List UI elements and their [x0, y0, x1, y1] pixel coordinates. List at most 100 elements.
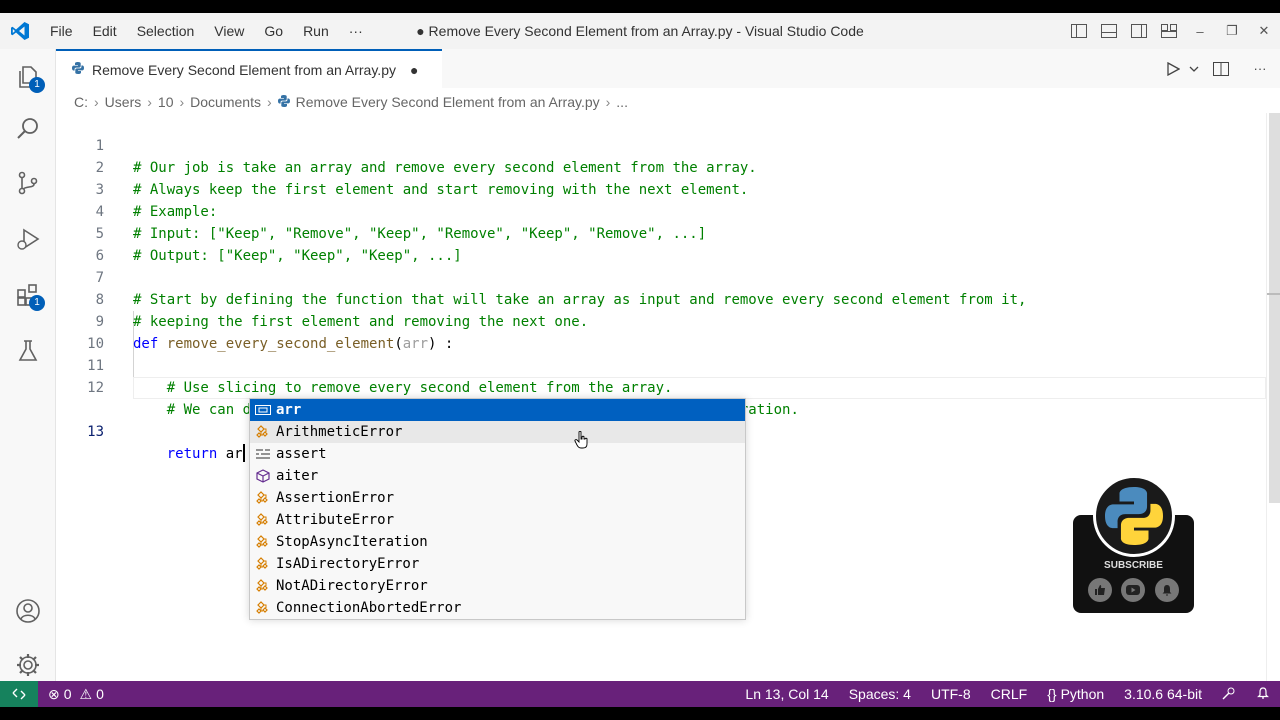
- run-debug-icon[interactable]: [0, 215, 56, 263]
- breadcrumb: C: › Users › 10 › Documents › Remove Eve…: [74, 92, 628, 112]
- suggestion-label: StopAsyncIteration: [276, 534, 428, 550]
- error-icon: ⊗: [48, 685, 60, 702]
- breadcrumb-user-folder[interactable]: 10: [158, 94, 174, 110]
- class-icon: [250, 487, 276, 509]
- problems-status[interactable]: ⊗ 0 ⚠ 0: [38, 686, 114, 703]
- run-dropdown-chevron-icon[interactable]: [1186, 49, 1202, 88]
- explorer-badge: 1: [29, 77, 45, 93]
- search-icon[interactable]: [0, 105, 56, 153]
- suggestion-item[interactable]: assert: [250, 443, 745, 465]
- encoding-status[interactable]: UTF-8: [921, 686, 981, 702]
- suggestion-item[interactable]: aiter: [250, 465, 745, 487]
- suggestion-label: assert: [276, 446, 327, 462]
- menu-run[interactable]: Run: [293, 13, 339, 49]
- run-python-file-icon[interactable]: [1160, 49, 1186, 88]
- vscode-logo-icon: [0, 13, 40, 49]
- breadcrumb-chevron-icon: ›: [94, 94, 99, 110]
- code-line-current: 13 return ar: [56, 377, 1266, 462]
- variable-icon: [250, 399, 276, 421]
- bell-icon[interactable]: [1155, 578, 1180, 602]
- menu-go[interactable]: Go: [254, 13, 293, 49]
- breadcrumb-chevron-icon: ›: [179, 94, 185, 110]
- scroll-marker: [1267, 293, 1280, 295]
- python-interpreter[interactable]: 3.10.6 64-bit: [1114, 686, 1212, 702]
- eol-status[interactable]: CRLF: [981, 686, 1038, 702]
- suggestion-item[interactable]: AttributeError: [250, 509, 745, 531]
- toggle-primary-sidebar-icon[interactable]: [1064, 13, 1094, 49]
- suggestion-item[interactable]: NotADirectoryError: [250, 575, 745, 597]
- indentation-status[interactable]: Spaces: 4: [839, 686, 921, 702]
- remote-indicator-icon[interactable]: [0, 681, 38, 707]
- suggestion-item[interactable]: StopAsyncIteration: [250, 531, 745, 553]
- braces-icon: {}: [1047, 686, 1057, 702]
- keyword-icon: [250, 443, 276, 465]
- keyword-return: return: [166, 446, 218, 462]
- class-icon: [250, 575, 276, 597]
- suggestion-label: ArithmeticError: [276, 424, 403, 440]
- title-bar: File Edit Selection View Go Run ··· ● Re…: [0, 13, 1280, 49]
- customize-layout-icon[interactable]: [1154, 13, 1184, 49]
- like-icon[interactable]: [1087, 578, 1112, 602]
- suggestion-item[interactable]: IsADirectoryError: [250, 553, 745, 575]
- source-control-icon[interactable]: [0, 159, 56, 207]
- title-controls: – ❐ ✕: [1064, 13, 1280, 49]
- vscode-window: File Edit Selection View Go Run ··· ● Re…: [0, 13, 1280, 707]
- language-label: Python: [1060, 686, 1105, 702]
- code-line: 10: [56, 311, 1266, 352]
- editor-scrollbar[interactable]: [1266, 113, 1280, 681]
- code-line: 1 # Our job is take an array and remove …: [56, 113, 1266, 176]
- language-mode[interactable]: {} Python: [1037, 686, 1114, 702]
- python-file-icon: [72, 61, 84, 79]
- breadcrumb-users[interactable]: Users: [105, 94, 142, 110]
- suggestion-label: ConnectionAbortedError: [276, 600, 462, 616]
- extensions-icon[interactable]: 1: [0, 271, 56, 319]
- youtube-icon[interactable]: [1121, 578, 1146, 602]
- class-icon: [250, 597, 276, 619]
- tab-active-file[interactable]: Remove Every Second Element from an Arra…: [56, 49, 442, 88]
- explorer-icon[interactable]: 1: [0, 53, 56, 101]
- autocomplete-suggestions: arr ArithmeticError assert aiter Asserti…: [249, 398, 746, 620]
- code-line: 9 def remove_every_second_element(arr) :: [56, 289, 1266, 352]
- feedback-icon[interactable]: [1212, 687, 1246, 701]
- testing-icon[interactable]: [0, 327, 56, 375]
- menu-more[interactable]: ···: [339, 13, 373, 49]
- menu-bar: File Edit Selection View Go Run ···: [40, 13, 373, 49]
- scroll-thumb[interactable]: [1269, 113, 1280, 503]
- suggestion-label: NotADirectoryError: [276, 578, 428, 594]
- accounts-icon[interactable]: [0, 587, 56, 635]
- breadcrumb-documents[interactable]: Documents: [190, 94, 261, 110]
- suggestion-item[interactable]: ConnectionAbortedError: [250, 597, 745, 619]
- status-right: Ln 13, Col 14 Spaces: 4 UTF-8 CRLF {} Py…: [735, 681, 1280, 707]
- toggle-secondary-sidebar-icon[interactable]: [1124, 13, 1154, 49]
- breadcrumb-python-file-icon: [277, 94, 290, 110]
- restore-icon[interactable]: ❐: [1216, 13, 1248, 49]
- breadcrumb-symbol[interactable]: ...: [616, 94, 628, 110]
- split-editor-icon[interactable]: [1202, 49, 1240, 88]
- close-window-icon[interactable]: ✕: [1248, 13, 1280, 49]
- menu-edit[interactable]: Edit: [83, 13, 127, 49]
- text-caret: [242, 444, 245, 462]
- suggestion-item[interactable]: AssertionError: [250, 487, 745, 509]
- notifications-bell-icon[interactable]: [1246, 687, 1280, 701]
- unsaved-dot-icon[interactable]: ●: [410, 62, 418, 78]
- suggestion-item[interactable]: arr: [250, 399, 745, 421]
- toggle-panel-icon[interactable]: [1094, 13, 1124, 49]
- mouse-pointer-icon: [574, 430, 588, 454]
- menu-selection[interactable]: Selection: [127, 13, 205, 49]
- extensions-badge: 1: [29, 295, 45, 311]
- minimize-icon[interactable]: –: [1184, 13, 1216, 49]
- breadcrumb-file[interactable]: Remove Every Second Element from an Arra…: [296, 94, 600, 110]
- class-icon: [250, 531, 276, 553]
- more-actions-icon[interactable]: ···: [1240, 49, 1280, 88]
- breadcrumb-drive[interactable]: C:: [74, 94, 88, 110]
- code-line: 8 # keeping the first element and removi…: [56, 267, 1266, 330]
- suggestion-item[interactable]: ArithmeticError: [250, 421, 745, 443]
- suggestion-text: arr: [276, 402, 302, 418]
- code-line: 7 # Start by defining the function that …: [56, 245, 1266, 308]
- suggestion-label: arr: [276, 402, 301, 418]
- menu-view[interactable]: View: [204, 13, 254, 49]
- suggestion-label: IsADirectoryError: [276, 556, 420, 572]
- cursor-position[interactable]: Ln 13, Col 14: [735, 686, 838, 702]
- menu-file[interactable]: File: [40, 13, 83, 49]
- subscribe-label: SUBSCRIBE: [1104, 560, 1163, 571]
